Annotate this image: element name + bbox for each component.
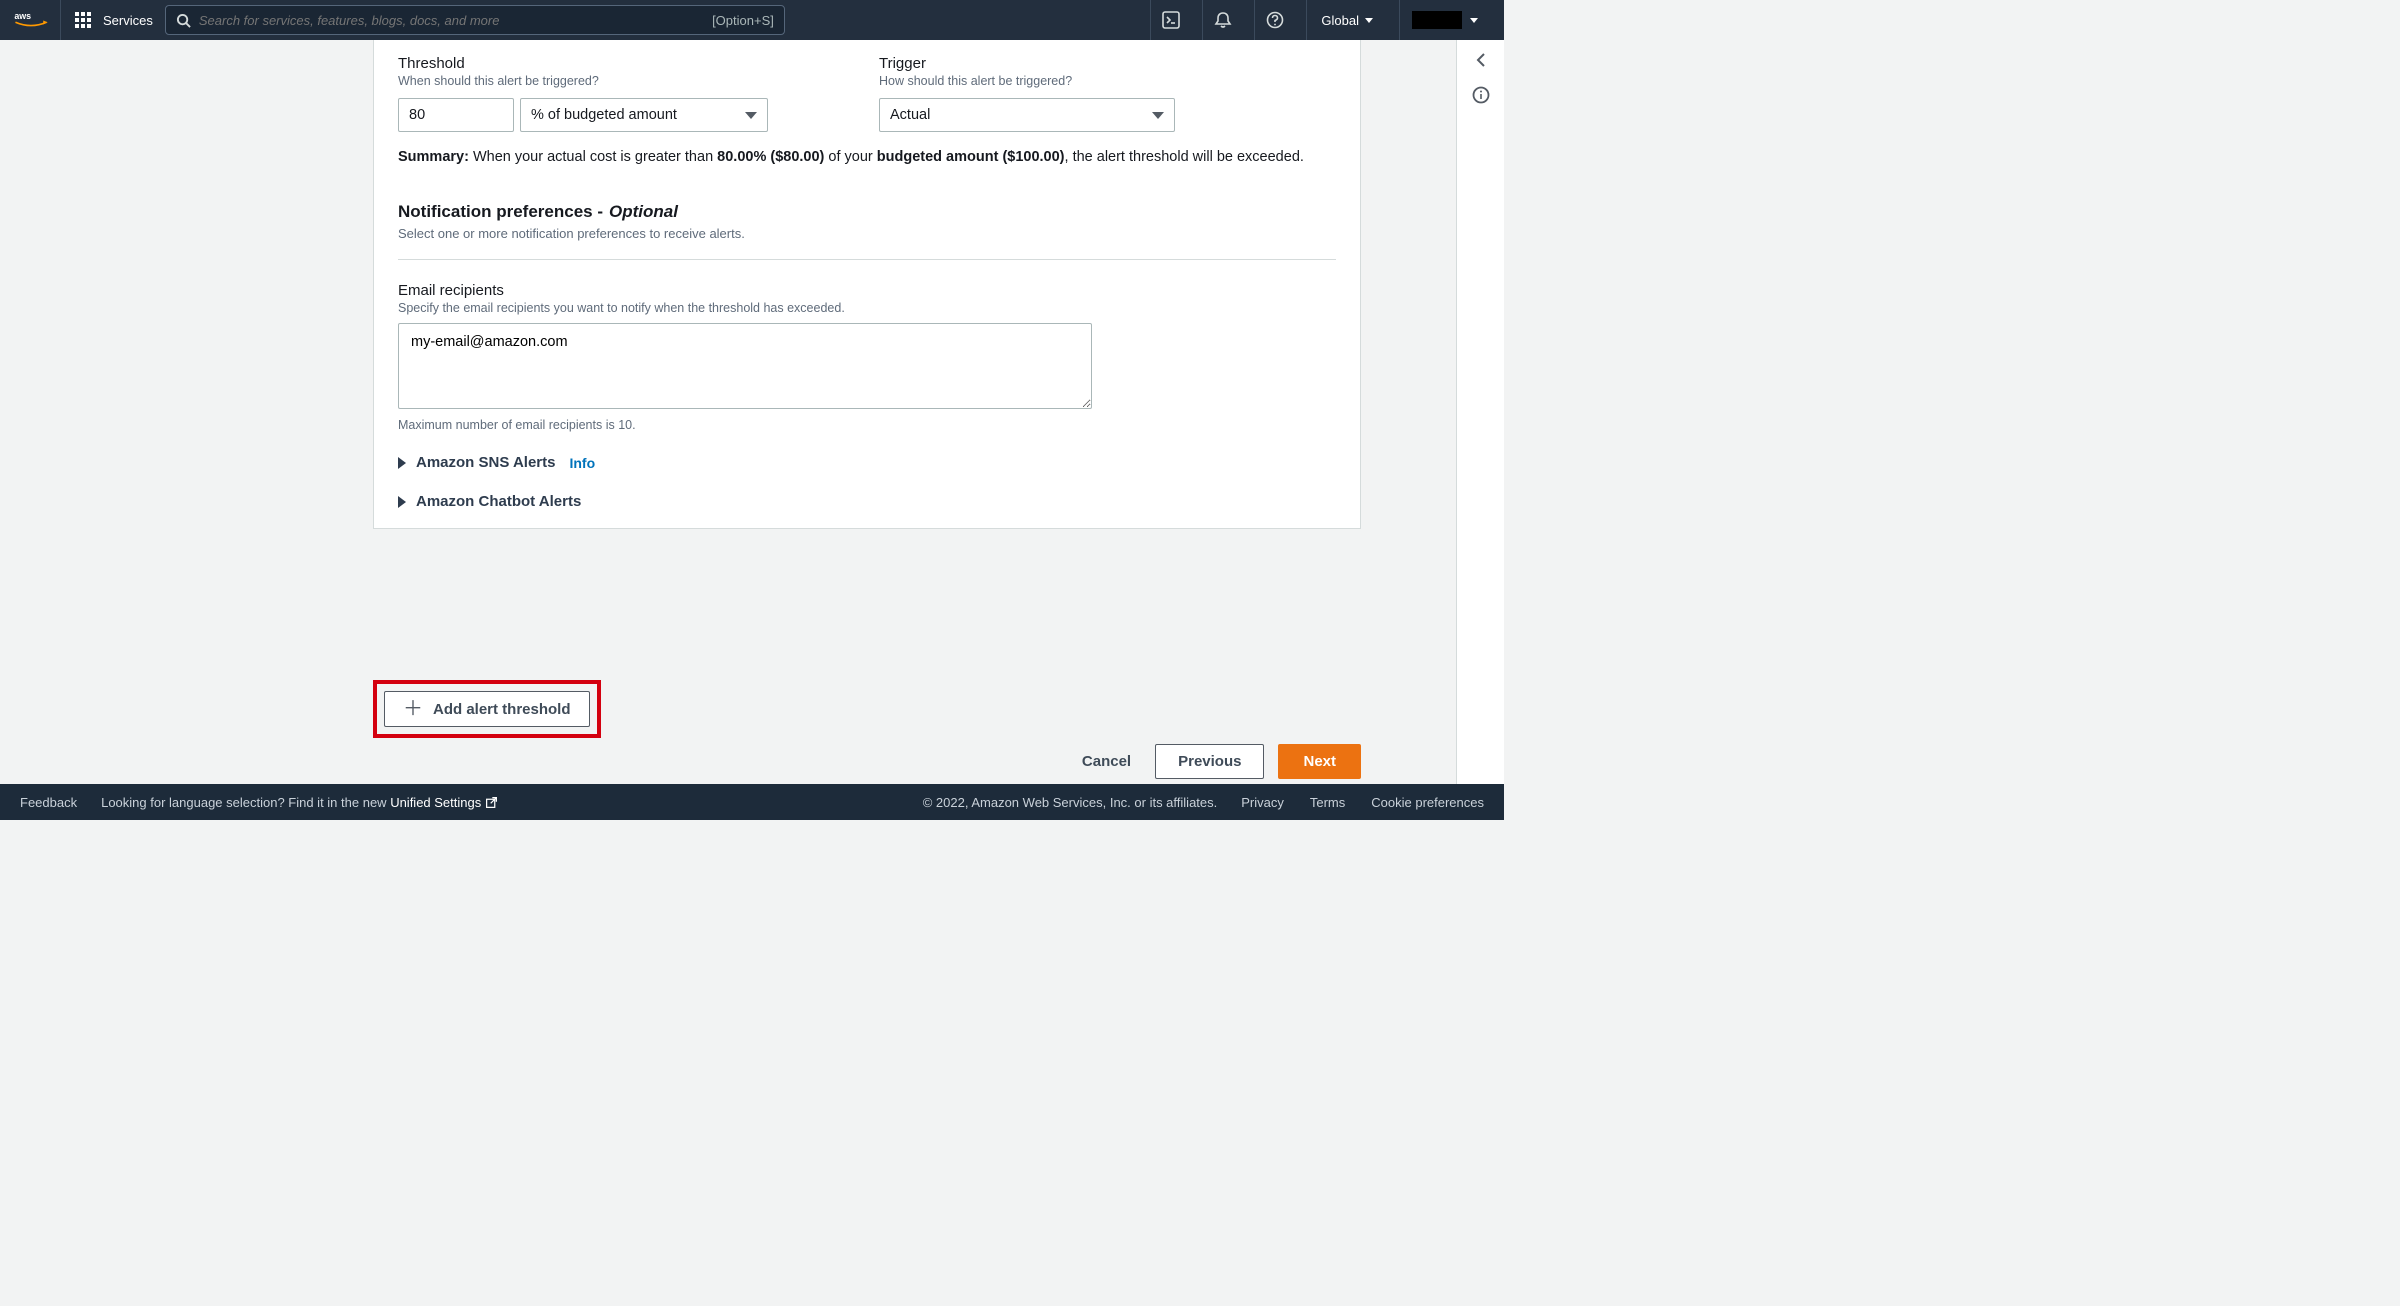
trigger-desc: How should this alert be triggered? bbox=[879, 74, 1336, 88]
search-input[interactable] bbox=[199, 13, 704, 28]
threshold-label: Threshold bbox=[398, 55, 855, 72]
caret-right-icon bbox=[398, 457, 406, 469]
help-icon[interactable] bbox=[1254, 0, 1294, 40]
cookie-preferences-link[interactable]: Cookie preferences bbox=[1371, 795, 1484, 810]
email-recipients-label: Email recipients bbox=[398, 282, 1336, 299]
chevron-down-icon bbox=[1152, 112, 1164, 119]
global-search[interactable]: [Option+S] bbox=[165, 5, 785, 35]
panel-collapse-icon[interactable] bbox=[1473, 52, 1489, 68]
terms-link[interactable]: Terms bbox=[1310, 795, 1345, 810]
alert-summary: Summary: When your actual cost is greate… bbox=[398, 146, 1336, 168]
caret-right-icon bbox=[398, 496, 406, 508]
plus-icon: ＋ bbox=[403, 699, 423, 719]
chatbot-alerts-expando[interactable]: Amazon Chatbot Alerts bbox=[398, 493, 1336, 510]
threshold-unit-select[interactable]: % of budgeted amount bbox=[520, 98, 768, 132]
region-selector[interactable]: Global bbox=[1306, 0, 1387, 40]
email-recipients-input[interactable] bbox=[398, 323, 1092, 409]
wizard-actions: Cancel Previous Next bbox=[1072, 744, 1361, 779]
threshold-unit-value: % of budgeted amount bbox=[531, 107, 677, 123]
aws-logo[interactable]: aws bbox=[14, 10, 48, 30]
services-grid-icon bbox=[75, 12, 91, 28]
unified-settings-link[interactable]: Unified Settings bbox=[390, 795, 498, 810]
caret-down-icon bbox=[1365, 18, 1373, 23]
region-label: Global bbox=[1321, 13, 1359, 28]
chevron-down-icon bbox=[745, 112, 757, 119]
top-nav: aws Services [Option+S] Global bbox=[0, 0, 1504, 40]
trigger-select[interactable]: Actual bbox=[879, 98, 1175, 132]
add-alert-threshold-button[interactable]: ＋ Add alert threshold bbox=[384, 691, 590, 727]
notification-preferences-heading: Notification preferences - Optional bbox=[398, 202, 1336, 222]
sns-info-link[interactable]: Info bbox=[569, 455, 595, 471]
right-rail bbox=[1456, 40, 1504, 784]
divider bbox=[398, 259, 1336, 260]
add-alert-threshold-label: Add alert threshold bbox=[433, 701, 571, 718]
search-shortcut: [Option+S] bbox=[712, 13, 774, 28]
chatbot-alerts-label: Amazon Chatbot Alerts bbox=[416, 493, 581, 510]
copyright: © 2022, Amazon Web Services, Inc. or its… bbox=[923, 795, 1218, 810]
trigger-label: Trigger bbox=[879, 55, 1336, 72]
main-content: Threshold When should this alert be trig… bbox=[0, 40, 1456, 784]
add-alert-threshold-highlight: ＋ Add alert threshold bbox=[373, 680, 601, 738]
services-label: Services bbox=[103, 13, 153, 28]
previous-button[interactable]: Previous bbox=[1155, 744, 1264, 779]
search-icon bbox=[176, 13, 191, 28]
notifications-icon[interactable] bbox=[1202, 0, 1242, 40]
sns-alerts-label: Amazon SNS Alerts bbox=[416, 454, 555, 471]
next-button[interactable]: Next bbox=[1278, 744, 1361, 779]
svg-text:aws: aws bbox=[14, 11, 31, 21]
cloudshell-icon[interactable] bbox=[1150, 0, 1190, 40]
alert-config-card: Threshold When should this alert be trig… bbox=[373, 40, 1361, 529]
account-menu[interactable] bbox=[1399, 0, 1490, 40]
language-prompt: Looking for language selection? Find it … bbox=[101, 795, 498, 810]
threshold-desc: When should this alert be triggered? bbox=[398, 74, 855, 88]
services-menu[interactable]: Services bbox=[60, 0, 153, 40]
sns-alerts-expando[interactable]: Amazon SNS Alerts Info bbox=[398, 454, 1336, 471]
email-recipients-desc: Specify the email recipients you want to… bbox=[398, 301, 1336, 315]
trigger-value: Actual bbox=[890, 107, 930, 123]
cancel-button[interactable]: Cancel bbox=[1072, 745, 1141, 778]
email-recipients-hint: Maximum number of email recipients is 10… bbox=[398, 418, 1336, 432]
footer: Feedback Looking for language selection?… bbox=[0, 784, 1504, 820]
external-link-icon bbox=[485, 796, 498, 809]
feedback-link[interactable]: Feedback bbox=[20, 795, 77, 810]
threshold-value-input[interactable]: 80 bbox=[398, 98, 514, 132]
info-panel-icon[interactable] bbox=[1472, 86, 1490, 104]
account-name-redacted bbox=[1412, 11, 1462, 29]
caret-down-icon bbox=[1470, 18, 1478, 23]
privacy-link[interactable]: Privacy bbox=[1241, 795, 1284, 810]
notification-preferences-sub: Select one or more notification preferen… bbox=[398, 226, 1336, 241]
